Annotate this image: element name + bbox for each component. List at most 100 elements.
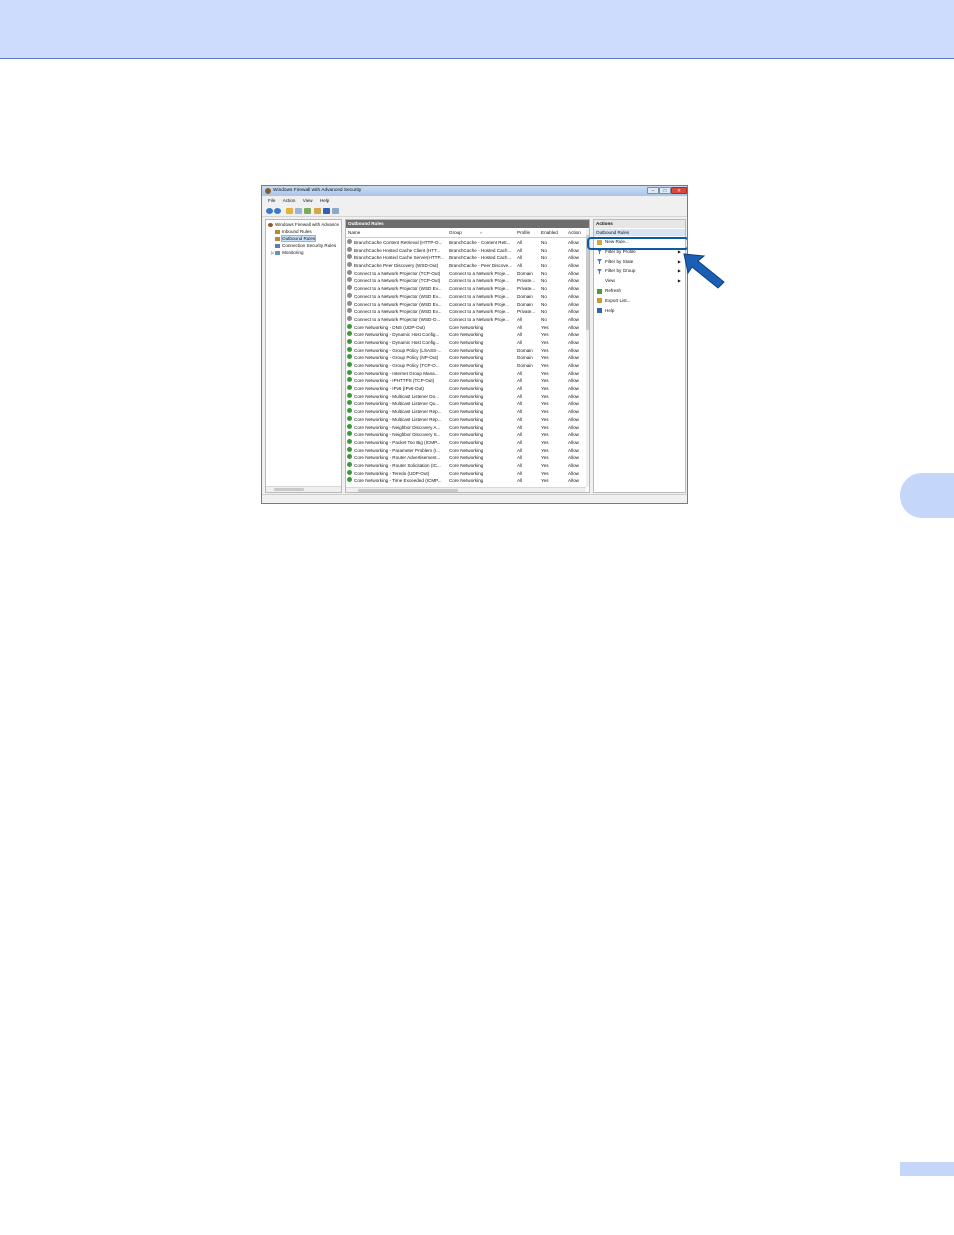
show-hide-tree-icon[interactable] [295, 208, 302, 214]
table-row[interactable]: Core Networking - Router Advertisement..… [346, 454, 586, 462]
help-icon [597, 308, 602, 314]
rule-group: Core Networking [449, 355, 484, 361]
table-row[interactable]: Core Networking - Dynamic Host Config...… [346, 338, 586, 347]
close-button[interactable]: ✕ [671, 187, 687, 194]
column-header-group[interactable]: Group [449, 230, 462, 235]
rules-hscroll-thumb[interactable] [358, 489, 458, 492]
action-refresh[interactable]: Refresh [594, 286, 685, 296]
title-bar: Windows Firewall with Advanced Security … [262, 186, 687, 196]
table-row[interactable]: Core Networking - Group Policy (NP-Out) C… [346, 354, 586, 362]
table-row[interactable]: Core Networking - Router Solicitation (I… [346, 461, 586, 470]
table-row[interactable]: Connect to a Network Projector (WSD Ev..… [346, 308, 586, 316]
back-icon[interactable] [266, 208, 273, 214]
filter-icon [597, 259, 602, 265]
table-row[interactable]: Core Networking - Multicast Listener Rep… [346, 408, 586, 416]
tree-horizontal-scrollbar[interactable] [266, 486, 341, 492]
rule-profile: All [517, 478, 523, 484]
table-row[interactable]: Core Networking - Time Exceeded (ICMP...… [346, 477, 586, 485]
table-row[interactable]: Core Networking - Internet Group Mana...… [346, 369, 586, 378]
table-row[interactable]: Connect to a Network Projector (WSD Ev..… [346, 292, 586, 301]
column-header-profile[interactable]: Profile [517, 230, 530, 235]
table-row[interactable]: Connect to a Network Projector (WSD-O...… [346, 315, 586, 324]
table-row[interactable]: Core Networking - Teredo (UDP-Out) Core N… [346, 469, 586, 478]
rule-enabled: Yes [541, 386, 549, 392]
tree-scroll-thumb[interactable] [274, 488, 304, 491]
window-title: Windows Firewall with Advanced Security [273, 188, 362, 193]
table-row[interactable]: Core Networking - DNS (UDP-Out) Core Netw… [346, 323, 586, 332]
gray-circle-icon [347, 239, 352, 244]
menu-file[interactable]: File [268, 197, 275, 205]
tree-root[interactable]: Windows Firewall with Advance [268, 221, 339, 228]
table-row[interactable]: Core Networking - Neighbor Discovery A..… [346, 423, 586, 432]
refresh-toolbar-icon[interactable] [304, 208, 311, 214]
table-row[interactable]: BranchCache Hosted Cache Server(HTTP... B… [346, 254, 586, 262]
action-filter-by-state[interactable]: Filter by State ▶ [594, 257, 685, 267]
table-row[interactable]: BranchCache Content Retrieval (HTTP-O...… [346, 239, 586, 247]
rule-action: Allow [568, 447, 579, 453]
rules-horizontal-scrollbar[interactable] [346, 487, 586, 492]
action-help[interactable]: Help [594, 306, 685, 316]
rules-vertical-scrollbar[interactable] [586, 229, 589, 487]
help-toolbar-icon[interactable] [323, 208, 330, 214]
expand-icon[interactable]: ▷ [271, 250, 274, 255]
rule-action: Allow [568, 470, 579, 476]
tree-item-outbound-rules[interactable]: Outbound Rules [275, 235, 317, 242]
table-row[interactable]: Core Networking - Multicast Listener Qu.… [346, 400, 586, 408]
show-hide-action-pane-icon[interactable] [332, 208, 339, 214]
rule-action: Allow [568, 286, 579, 292]
table-row[interactable]: Connect to a Network Projector (WSD Ev..… [346, 285, 586, 293]
rule-group: Core Networking [449, 455, 484, 461]
table-row[interactable]: Core Networking - Group Policy (LSASS-..… [346, 346, 586, 355]
green-check-icon [347, 469, 352, 475]
inbound-rules-icon [275, 229, 280, 234]
table-row[interactable]: Core Networking - Multicast Listener Rep… [346, 415, 586, 424]
table-row[interactable]: Core Networking - IPv6 (IPv6-Out) Core Ne… [346, 385, 586, 393]
column-header-action[interactable]: Action [568, 230, 581, 235]
table-row[interactable]: Core Networking - Dynamic Host Config...… [346, 331, 586, 339]
table-row[interactable]: Connect to a Network Projector (TCP-Out)… [346, 277, 586, 285]
action-view[interactable]: View ▶ [594, 276, 685, 286]
rule-group: Core Networking [449, 378, 484, 384]
rule-name: BranchCache Hosted Cache Client (HTT... [354, 247, 441, 253]
export-toolbar-icon[interactable] [314, 208, 321, 214]
rule-enabled: Yes [541, 447, 549, 453]
rule-enabled: No [541, 255, 547, 261]
table-row[interactable]: Connect to a Network Projector (TCP-Out)… [346, 269, 586, 278]
minimize-button[interactable]: – [647, 187, 659, 194]
column-header-name[interactable]: Name [348, 230, 360, 235]
tree-item-monitoring[interactable]: ▷ Monitoring [271, 249, 304, 256]
rule-name: Core Networking - Internet Group Mana... [354, 370, 439, 376]
column-header-enabled[interactable]: Enabled [541, 230, 558, 235]
rule-enabled: No [541, 286, 547, 292]
rule-enabled: Yes [541, 478, 549, 484]
tree-item-inbound-rules[interactable]: Inbound Rules [275, 228, 312, 235]
up-folder-icon[interactable] [286, 208, 293, 214]
forward-icon[interactable] [274, 208, 281, 214]
table-row[interactable]: Core Networking - IPHTTPS (TCP-Out) Core … [346, 377, 586, 385]
action-filter-by-group[interactable]: Filter by Group ▶ [594, 266, 685, 276]
rule-group: BranchCache - Peer Discove... [449, 263, 513, 269]
rule-enabled: No [541, 316, 547, 322]
table-row[interactable]: Core Networking - Multicast Listener Do.… [346, 392, 586, 401]
action-export-list[interactable]: Export List... [594, 296, 685, 306]
green-check-icon [347, 431, 352, 437]
rule-name: Core Networking - Multicast Listener Qu.… [354, 401, 440, 407]
table-row[interactable]: Core Networking - Packet Too Big (ICMP..… [346, 438, 586, 447]
tree-item-connection-security-rules[interactable]: Connection Security Rules [275, 242, 336, 249]
menu-help[interactable]: Help [320, 197, 329, 205]
rule-profile: All [517, 378, 523, 384]
table-row[interactable]: Connect to a Network Projector (WSD Ev..… [346, 300, 586, 309]
table-row[interactable]: BranchCache Peer Discovery (WSD-Out) Bran… [346, 262, 586, 270]
rule-enabled: Yes [541, 424, 549, 430]
menu-action[interactable]: Action [283, 197, 296, 205]
menu-view[interactable]: View [303, 197, 313, 205]
table-row[interactable]: Core Networking - Parameter Problem (I..… [346, 446, 586, 455]
table-row[interactable]: Core Networking - Neighbor Discovery S..… [346, 431, 586, 439]
rule-enabled: Yes [541, 455, 549, 461]
rule-group: Core Networking [449, 339, 484, 345]
maximize-button[interactable]: □ [659, 187, 671, 194]
rule-name: Core Networking - Packet Too Big (ICMP..… [354, 439, 441, 445]
table-row[interactable]: Core Networking - Group Policy (TCP-O...… [346, 362, 586, 370]
table-row[interactable]: BranchCache Hosted Cache Client (HTT... B… [346, 246, 586, 255]
actions-section-outbound-rules[interactable]: Outbound Rules [594, 229, 685, 236]
